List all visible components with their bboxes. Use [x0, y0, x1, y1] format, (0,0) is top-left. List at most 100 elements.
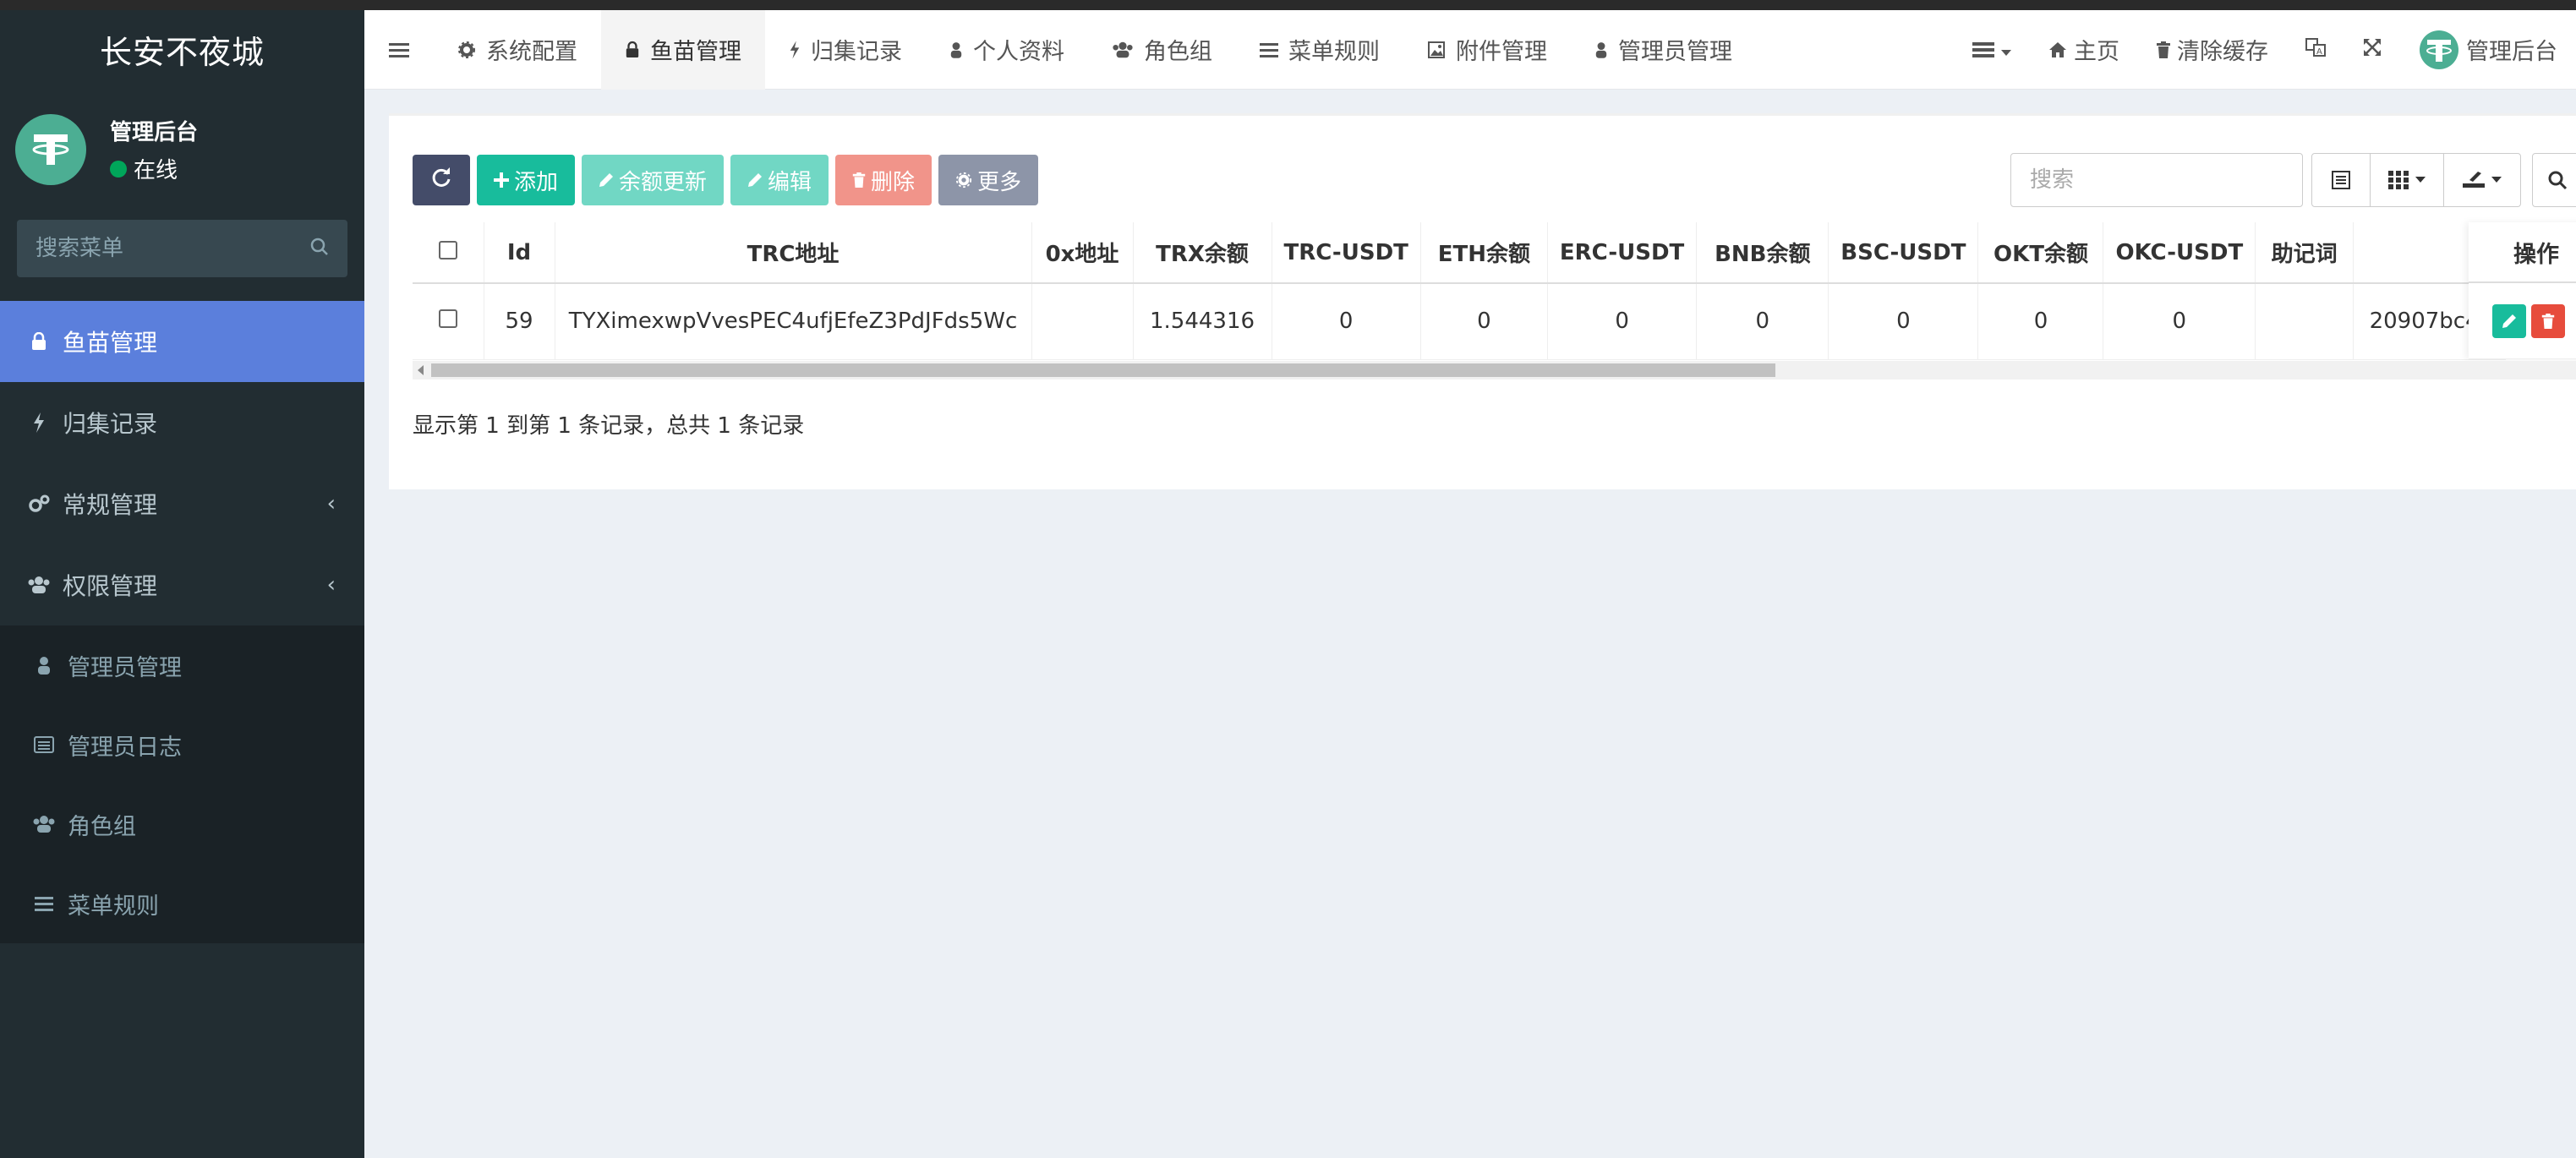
operate-cell [2469, 283, 2576, 359]
cell-okt-balance: 0 [1977, 283, 2104, 360]
sidebar-item-collection-records[interactable]: 归集记录 [0, 382, 364, 463]
sidebar: 长安不夜城 管理后台 在线 鱼苗管理 [0, 10, 364, 1158]
chevron-left-icon: ‹ [326, 572, 336, 598]
delete-label: 删除 [871, 169, 916, 195]
sidebar-menu: 鱼苗管理 归集记录 常规管理 ‹ 权限管理 ‹ 管理员管理 管理员日志 角色组 … [0, 301, 364, 943]
permission-submenu: 管理员管理 管理员日志 角色组 菜单规则 [0, 625, 364, 943]
horizontal-scrollbar[interactable] [413, 361, 2576, 380]
data-table: Id TRC地址 0x地址 TRX余额 TRC-USDT ETH余额 ERC-U… [413, 222, 2507, 360]
table-row[interactable]: 59 TYXimexwpVvesPEC4ufjEfeZ3PdJFds5Wc 1.… [413, 283, 2507, 360]
brand-title[interactable]: 长安不夜城 [0, 10, 364, 88]
pencil-icon [747, 172, 763, 188]
column-header-id[interactable]: Id [484, 222, 555, 284]
row-select-cell [413, 283, 484, 360]
table-search-input[interactable] [2010, 153, 2303, 207]
tab-role-group[interactable]: 角色组 [1088, 10, 1236, 90]
admin-profile-button[interactable]: 管理后台 [2400, 10, 2576, 90]
column-header-bsc-usdt[interactable]: BSC-USDT [1828, 222, 1979, 284]
sidebar-item-permission-management[interactable]: 权限管理 ‹ [0, 544, 364, 625]
navbar-right: 主页 清除缓存 A 管理后台 [1954, 10, 2576, 90]
translate-icon: A [2305, 36, 2326, 63]
group-icon [1112, 41, 1134, 59]
tab-system-config[interactable]: 系统配置 [434, 10, 601, 90]
add-button[interactable]: 添加 [477, 155, 576, 205]
sidebar-item-fish-management[interactable]: 鱼苗管理 [0, 301, 364, 382]
content-panel: 添加 余额更新 编辑 删除 更多 搜索 Id TRC地址 0x地址 TRX余额 … [389, 113, 2576, 489]
tab-profile[interactable]: 个人资料 [926, 10, 1088, 90]
cell-bnb-balance: 0 [1696, 283, 1829, 360]
column-header-okt-balance[interactable]: OKT余额 [1977, 222, 2104, 284]
tab-admin-management[interactable]: 管理员管理 [1571, 10, 1756, 90]
sidebar-subitem-menu-rules[interactable]: 菜单规则 [0, 864, 364, 943]
sidebar-item-general-management[interactable]: 常规管理 ‹ [0, 463, 364, 544]
tab-collection-records[interactable]: 归集记录 [765, 10, 926, 90]
column-header-trc-usdt[interactable]: TRC-USDT [1272, 222, 1421, 284]
more-button[interactable]: 更多 [938, 155, 1039, 205]
language-button[interactable]: A [2287, 10, 2344, 90]
tab-label: 附件管理 [1456, 39, 1547, 65]
lock-icon [27, 332, 51, 351]
row-edit-button[interactable] [2492, 303, 2526, 338]
column-header-okc-usdt[interactable]: OKC-USDT [2103, 222, 2256, 284]
select-all-checkbox[interactable] [438, 240, 457, 259]
sidebar-subitem-admin-management[interactable]: 管理员管理 [0, 625, 364, 705]
columns-dropdown-button[interactable] [2370, 153, 2444, 207]
fullscreen-button[interactable] [2344, 10, 2400, 90]
sidebar-subitem-admin-log[interactable]: 管理员日志 [0, 705, 364, 784]
row-delete-button[interactable] [2531, 303, 2565, 338]
column-header-erc-usdt[interactable]: ERC-USDT [1547, 222, 1698, 284]
sidebar-subitem-label: 菜单规则 [68, 893, 159, 920]
pagination-info: 显示第 1 到第 1 条记录，总共 1 条记录 [413, 413, 805, 439]
delete-button[interactable]: 删除 [835, 155, 933, 205]
list-icon [1972, 41, 1994, 58]
cell-okc-usdt: 0 [2103, 283, 2256, 360]
column-header-trx-balance[interactable]: TRX余额 [1133, 222, 1272, 284]
home-link[interactable]: 主页 [2030, 10, 2138, 90]
export-dropdown-button[interactable] [2443, 153, 2521, 207]
export-icon [2463, 172, 2485, 188]
sidebar-search [17, 220, 347, 277]
user-status-label: 在线 [134, 158, 178, 183]
sidebar-search-input[interactable] [36, 236, 309, 261]
scroll-left-arrow-icon[interactable] [418, 365, 424, 375]
column-header-trc-address[interactable]: TRC地址 [555, 222, 1032, 284]
column-header-operate: 操作 [2469, 222, 2576, 283]
balance-update-label: 余额更新 [619, 169, 708, 195]
pencil-icon [599, 172, 614, 188]
balance-update-button[interactable]: 余额更新 [582, 155, 725, 205]
scrollbar-thumb[interactable] [431, 363, 1775, 377]
clear-cache-button[interactable]: 清除缓存 [2138, 10, 2287, 90]
search-icon[interactable] [309, 237, 330, 260]
sidebar-toggle-button[interactable] [364, 10, 434, 90]
toggle-view-button[interactable] [2311, 153, 2371, 207]
trash-icon [2541, 313, 2555, 329]
cell-0x-address [1031, 283, 1134, 360]
hamburger-icon [389, 42, 409, 57]
tab-menu-rules[interactable]: 菜单规则 [1236, 10, 1403, 90]
tab-attachments[interactable]: 附件管理 [1403, 10, 1571, 90]
column-header-bnb-balance[interactable]: BNB余额 [1696, 222, 1829, 284]
grid-icon [2388, 171, 2409, 189]
sidebar-subitem-role-group[interactable]: 角色组 [0, 784, 364, 864]
tab-label: 管理员管理 [1618, 39, 1732, 65]
bolt-icon [27, 412, 51, 433]
trash-icon [852, 172, 866, 188]
column-header-mnemonic[interactable]: 助记词 [2255, 222, 2354, 284]
refresh-button[interactable] [413, 155, 470, 205]
tab-list-dropdown[interactable] [1954, 10, 2030, 90]
sidebar-subitem-label: 角色组 [68, 813, 136, 840]
trash-icon [2157, 41, 2170, 58]
cell-erc-usdt: 0 [1547, 283, 1698, 360]
tab-fish-management[interactable]: 鱼苗管理 [601, 9, 765, 90]
search-button[interactable] [2532, 153, 2576, 207]
cell-eth-balance: 0 [1420, 283, 1548, 360]
column-header-eth-balance[interactable]: ETH余额 [1420, 222, 1548, 284]
edit-button[interactable]: 编辑 [730, 155, 829, 205]
user-panel: 管理后台 在线 [0, 88, 364, 211]
tether-logo-icon [15, 114, 86, 185]
tab-label: 个人资料 [973, 39, 1064, 65]
edit-label: 编辑 [768, 169, 812, 195]
column-header-0x-address[interactable]: 0x地址 [1031, 222, 1134, 284]
row-checkbox[interactable] [438, 309, 457, 329]
cell-bsc-usdt: 0 [1828, 283, 1979, 360]
